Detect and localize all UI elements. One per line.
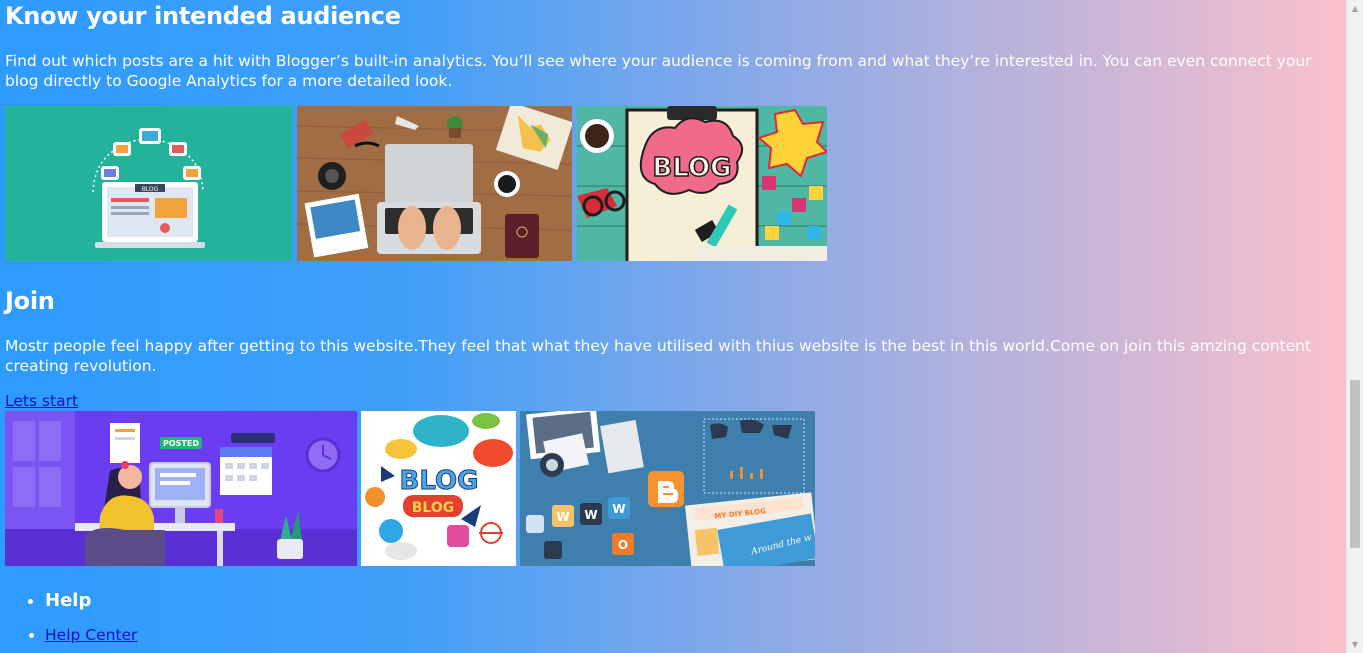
footer-help-list: Help Help Center — [0, 585, 137, 645]
audience-heading: Know your intended audience — [5, 2, 401, 30]
blog-analytics-image: BLOG — [5, 106, 292, 261]
audience-description: Find out which posts are a hit with Blog… — [5, 52, 1312, 90]
scroll-down-arrow-icon[interactable]: ▼ — [1347, 636, 1363, 653]
svg-text:W: W — [584, 508, 597, 522]
laptop-desk-image — [297, 106, 572, 261]
blogger-desk-image: W W W O MY DIY BLOG Around the w — [520, 411, 815, 566]
svg-text:BLOG: BLOG — [412, 500, 455, 516]
join-image-row: POSTED BLOG BLOG W W W O MY DIY BLOG Aro… — [5, 411, 815, 566]
scroll-up-arrow-icon[interactable]: ▲ — [1347, 0, 1363, 17]
help-center-link[interactable]: Help Center — [45, 626, 137, 644]
join-description: Mostr people feel happy after getting to… — [5, 337, 1312, 375]
page-background: Know your intended audience Find out whi… — [0, 0, 1346, 653]
audience-image-row: BLOG BLOG — [5, 106, 827, 261]
blog-label-1: BLOG — [142, 186, 159, 193]
svg-text:O: O — [618, 538, 628, 552]
join-heading: Join — [5, 287, 55, 315]
posted-label: POSTED — [163, 439, 199, 448]
blog-label-3: BLOG — [400, 466, 479, 496]
svg-text:W: W — [612, 502, 625, 516]
vertical-scrollbar[interactable]: ▲ ▼ — [1346, 0, 1363, 653]
blog-label-2: BLOG — [653, 153, 732, 183]
blog-clipboard-image: BLOG — [577, 106, 827, 261]
help-center-item: Help Center — [45, 625, 137, 645]
posted-woman-image: POSTED — [5, 411, 357, 566]
help-heading-text: Help — [45, 590, 92, 611]
scrollbar-thumb[interactable] — [1350, 380, 1360, 548]
blog-words-image: BLOG BLOG — [361, 411, 516, 566]
lets-start-link[interactable]: Lets start — [5, 392, 78, 410]
svg-text:W: W — [556, 510, 569, 524]
help-heading: Help — [45, 585, 137, 617]
